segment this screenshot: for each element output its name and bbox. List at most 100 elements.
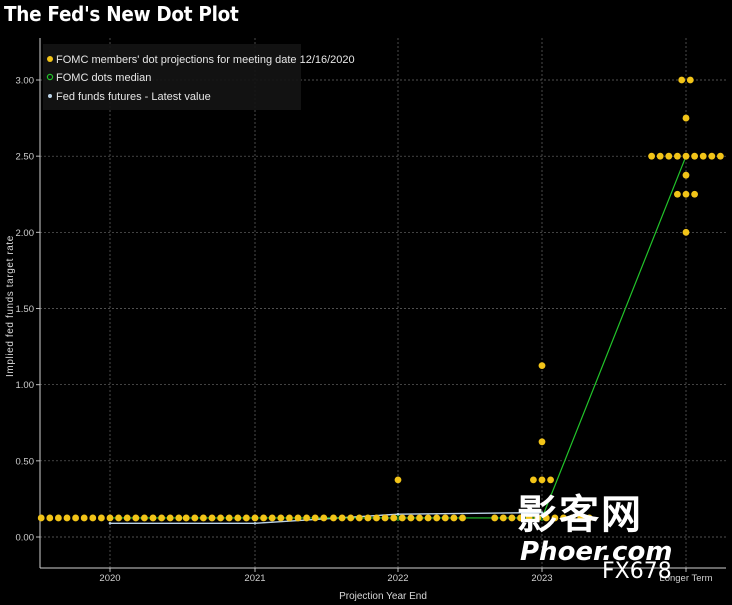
fomc-dot — [158, 514, 166, 522]
fomc-dot — [499, 514, 507, 522]
fomc-dot — [708, 152, 716, 160]
fomc-dot — [538, 438, 546, 446]
fomc-dot — [508, 514, 516, 522]
x-tick-label: 2020 — [99, 573, 120, 584]
fomc-dot — [311, 514, 319, 522]
fomc-dot — [330, 514, 337, 522]
fomc-dot — [381, 514, 389, 522]
fomc-dot — [320, 514, 328, 522]
fomc-dot — [37, 514, 45, 522]
x-tick-label: 2022 — [387, 573, 408, 584]
fomc-dot — [407, 514, 415, 522]
fomc-dot — [208, 514, 216, 522]
fomc-dot — [234, 514, 242, 522]
watermark-brand: FX678 — [602, 559, 672, 584]
fomc-dot — [538, 362, 546, 370]
fomc-dot — [251, 514, 259, 522]
fomc-dot — [268, 514, 276, 522]
fomc-dot — [106, 514, 114, 522]
fomc-dot — [89, 514, 97, 522]
fomc-dot — [347, 514, 355, 522]
legend-swatch-dots — [47, 56, 53, 62]
y-tick-label: 2.00 — [16, 228, 35, 239]
y-tick-label: 0.50 — [16, 456, 35, 467]
y-tick-label: 1.00 — [16, 380, 35, 391]
fomc-dot — [691, 152, 698, 160]
fomc-dot — [364, 514, 372, 522]
futures-point — [108, 521, 112, 525]
fomc-dot — [166, 514, 174, 522]
y-tick-label: 3.00 — [16, 76, 35, 87]
fomc-dot — [394, 476, 402, 484]
futures-point — [253, 521, 257, 525]
fomc-dot — [132, 514, 140, 522]
fomc-dot — [682, 152, 690, 160]
fomc-dot — [530, 476, 537, 484]
fomc-dot — [286, 514, 293, 522]
fomc-dot — [424, 514, 432, 522]
fomc-dot — [682, 228, 690, 236]
y-axis-title: Implied fed funds target rate — [5, 235, 16, 377]
fomc-dot — [46, 514, 54, 522]
y-tick-label: 0.00 — [16, 533, 35, 544]
fomc-dot — [338, 514, 346, 522]
fomc-dot — [373, 514, 380, 522]
fomc-dot — [243, 514, 250, 522]
fomc-dot — [717, 152, 724, 160]
fomc-dot — [699, 152, 707, 160]
x-tick-label: 2021 — [244, 573, 265, 584]
fomc-dot — [175, 514, 183, 522]
fomc-dot — [547, 476, 554, 484]
fomc-dot — [682, 114, 690, 122]
fomc-dot — [115, 514, 122, 522]
fomc-dot — [416, 514, 423, 522]
fomc-dot — [149, 514, 157, 522]
fomc-dot — [674, 190, 681, 198]
fomc-dot — [63, 514, 71, 522]
fomc-dot — [191, 514, 199, 522]
fomc-dot — [691, 190, 698, 198]
x-tick-label: 2023 — [531, 573, 552, 584]
fomc-dot — [433, 514, 441, 522]
fomc-dot — [225, 514, 233, 522]
fomc-dot — [459, 514, 466, 522]
fomc-dot — [656, 152, 664, 160]
futures-point — [396, 512, 400, 516]
fomc-dot — [277, 514, 285, 522]
legend-label-futures: Fed funds futures - Latest value — [56, 91, 211, 103]
dot-plot-chart: 3.00 2.50 2.00 1.50 1.00 0.50 0.00 2020 2021 2022… — [5, 38, 726, 602]
fomc-dot — [682, 190, 690, 198]
fomc-dot — [665, 152, 673, 160]
fomc-dot — [260, 514, 267, 522]
fomc-dot — [450, 514, 458, 522]
fomc-dot — [491, 514, 499, 522]
fomc-dot — [217, 514, 225, 522]
fomc-dot — [538, 476, 546, 484]
fomc-dot — [80, 514, 88, 522]
fomc-dot — [682, 171, 690, 179]
fomc-dot — [303, 514, 310, 522]
legend-label-dots: FOMC members' dot projections for meetin… — [56, 54, 355, 66]
fomc-dot — [390, 514, 398, 522]
fomc-dot — [441, 514, 449, 522]
fomc-dot — [674, 152, 681, 160]
fomc-dot — [648, 152, 655, 160]
legend-swatch-futures — [48, 94, 52, 98]
fomc-dot — [355, 514, 363, 522]
fomc-dot — [182, 514, 190, 522]
fomc-dot — [123, 514, 131, 522]
y-tick-label: 1.50 — [16, 304, 35, 315]
fomc-dot — [98, 514, 105, 522]
x-axis-title: Projection Year End — [339, 591, 427, 602]
legend-label-median: FOMC dots median — [56, 72, 151, 84]
fomc-dot — [200, 514, 207, 522]
watermark-cn: 影客网 — [517, 492, 643, 538]
fomc-dot — [294, 514, 302, 522]
fomc-dot — [141, 514, 148, 522]
fomc-dot — [55, 514, 62, 522]
y-tick-label: 2.50 — [16, 152, 35, 163]
fomc-dot — [678, 76, 686, 84]
fomc-dot — [686, 76, 694, 84]
fomc-dot — [398, 514, 406, 522]
plot-area — [40, 38, 726, 568]
